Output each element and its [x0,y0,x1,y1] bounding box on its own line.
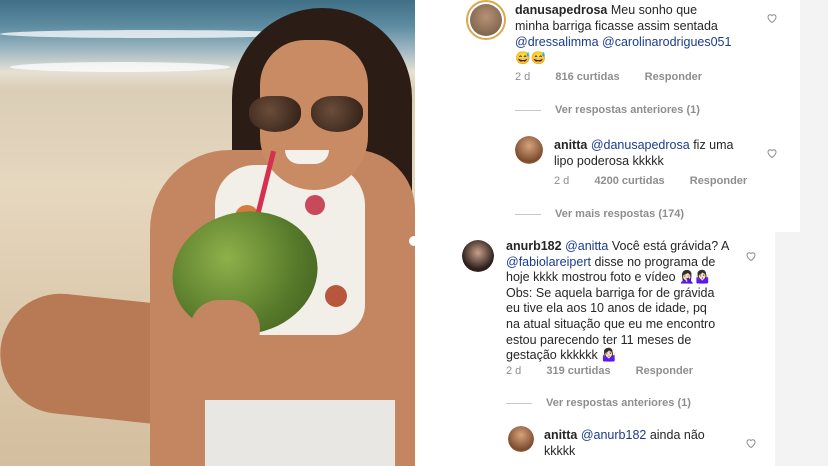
comment-anitta: anitta @anurb182 ainda não kkkkk [544,428,705,458]
mention-link[interactable]: @anurb182 [581,428,647,442]
comment-username[interactable]: anitta [544,428,577,442]
comment-username[interactable]: anurb182 [506,239,562,253]
comment-meta: 2 d 319 curtidas Responder [506,365,694,377]
comment-meta: 2 d 816 curtidas Responder [515,71,703,83]
avatar-anurb182[interactable] [462,240,494,272]
like-heart-icon[interactable] [745,437,757,449]
likes-count[interactable]: 816 curtidas [555,71,619,83]
avatar-danusapedrosa[interactable] [466,0,506,40]
sunglasses [247,96,367,134]
mention-link[interactable]: @danusapedrosa [591,138,690,152]
emoji: 😅😅 [515,51,547,65]
view-replies-link[interactable]: Ver respostas anteriores (1) [506,397,691,409]
likes-count[interactable]: 4200 curtidas [594,175,664,187]
comment-meta: 2 d 4200 curtidas Responder [554,175,748,187]
reply-button[interactable]: Responder [636,365,693,377]
beach-photo [0,0,415,466]
shorts [205,400,395,466]
like-heart-icon[interactable] [745,250,757,262]
avatar-anitta[interactable] [515,136,543,164]
like-heart-icon[interactable] [766,12,778,24]
comment-anitta: anitta @danusapedrosa fiz uma lipo poder… [554,138,734,168]
avatar-anitta[interactable] [508,426,534,452]
mention-link[interactable]: @dressalimma [515,35,599,49]
comment-username[interactable]: danusapedrosa [515,3,607,17]
hand [190,300,260,358]
reply-button[interactable]: Responder [690,175,747,187]
mention-link[interactable]: @fabiolareipert [506,255,591,269]
reply-button[interactable]: Responder [645,71,702,83]
likes-count[interactable]: 319 curtidas [546,365,610,377]
comment-danusapedrosa: danusapedrosa Meu sonho que minha barrig… [515,3,732,65]
mention-link[interactable]: @anitta [565,239,608,253]
view-replies-link[interactable]: Ver respostas anteriores (1) [515,104,700,116]
like-heart-icon[interactable] [766,147,778,159]
comment-username[interactable]: anitta [554,138,587,152]
view-more-replies-link[interactable]: Ver mais respostas (174) [515,208,684,220]
mention-link[interactable]: @carolinarodrigues051 [602,35,731,49]
wave-foam [10,62,230,72]
comment-anurb182: anurb182 @anitta Você está grávida? A @f… [506,239,730,363]
